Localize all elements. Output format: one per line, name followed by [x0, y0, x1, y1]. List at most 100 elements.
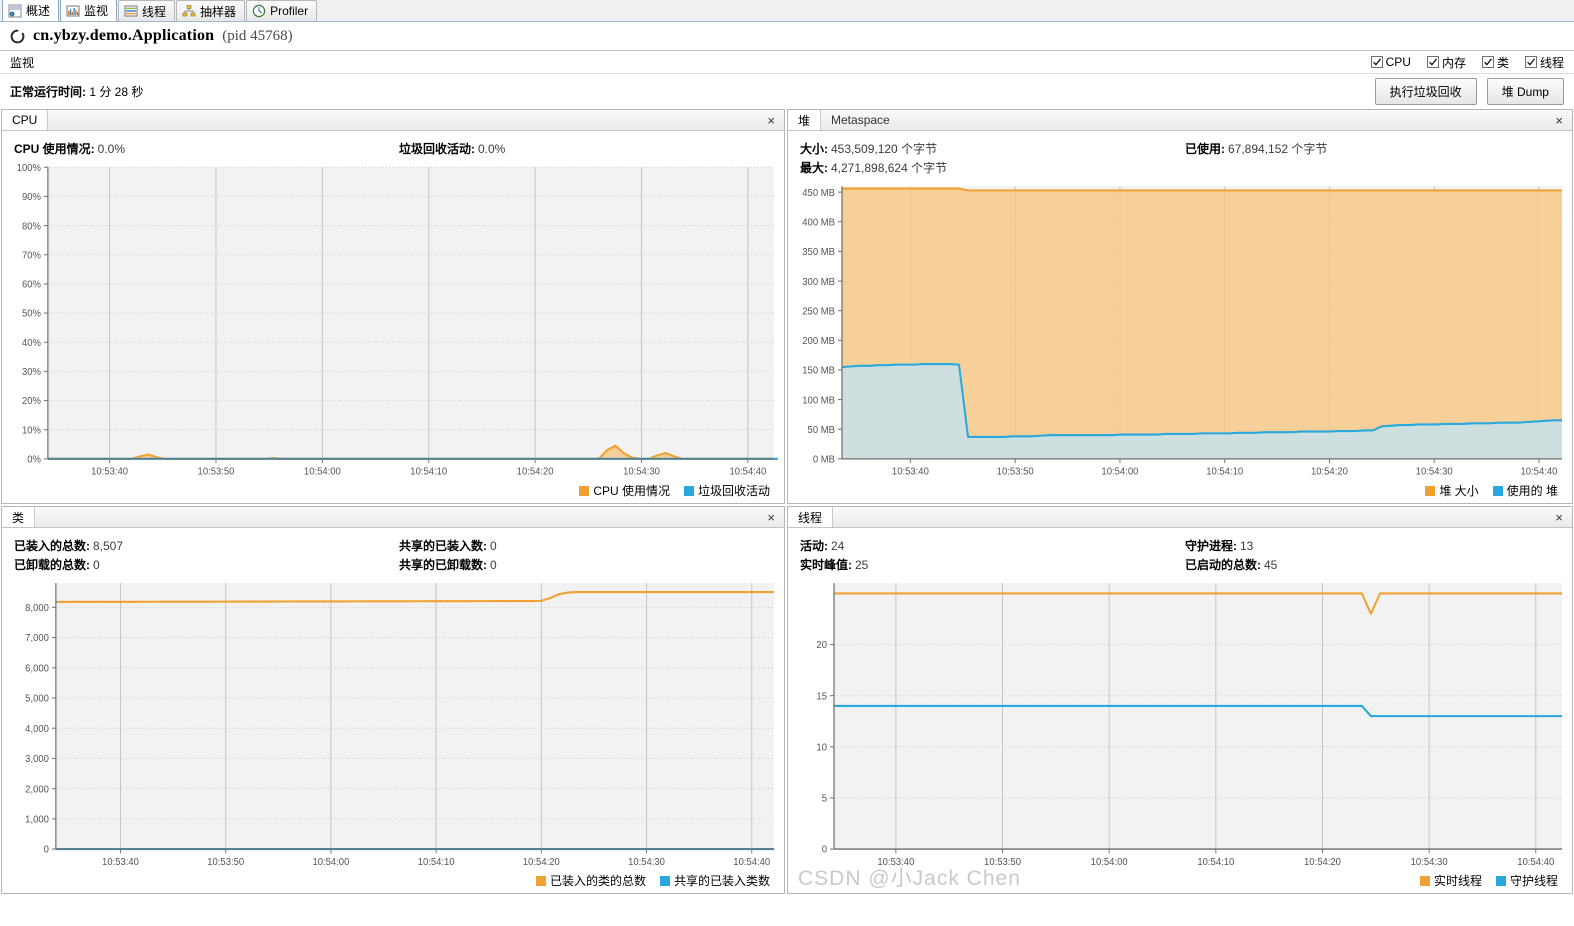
- close-icon[interactable]: ×: [764, 507, 778, 527]
- checkbox-memory[interactable]: 内存: [1426, 54, 1466, 71]
- threads-legend: CSDN @小Jack Chen 实时线程 守护线程: [788, 867, 1572, 893]
- tab-monitor-label: 监视: [84, 4, 109, 18]
- checkbox-classes-label: 类: [1496, 55, 1509, 70]
- svg-text:0: 0: [44, 845, 50, 856]
- svg-text:10:54:10: 10:54:10: [418, 857, 455, 868]
- legend-swatch: [1495, 875, 1506, 886]
- svg-text:10:54:00: 10:54:00: [1101, 466, 1139, 477]
- heap-size-value: 453,509,120 个字节: [831, 142, 938, 156]
- monitor-icon: [66, 4, 80, 18]
- svg-text:40%: 40%: [22, 338, 41, 349]
- svg-text:10:54:40: 10:54:40: [729, 466, 766, 477]
- daemon-threads-label: 守护进程:: [1185, 539, 1237, 553]
- svg-text:20: 20: [816, 640, 827, 651]
- perform-gc-button[interactable]: 执行垃圾回收: [1374, 77, 1477, 105]
- legend-label: 使用的 堆: [1506, 484, 1558, 498]
- close-icon[interactable]: ×: [1552, 110, 1566, 130]
- svg-text:10:54:00: 10:54:00: [1091, 857, 1129, 868]
- daemon-threads-stat: 守护进程: 13: [1185, 537, 1253, 556]
- peak-threads-value: 25: [855, 558, 869, 572]
- legend-swatch: [535, 875, 546, 886]
- uptime-display: 正常运行时间: 1 分 28 秒: [10, 83, 143, 100]
- svg-text:10: 10: [816, 742, 827, 753]
- heap-chart[interactable]: 0 MB 50 MB 100 MB 150 MB 200 MB 250 MB 300 MB 3…: [788, 182, 1572, 480]
- check-icon: [1524, 56, 1537, 68]
- checkbox-classes[interactable]: 类: [1481, 54, 1509, 71]
- heap-panel-tab[interactable]: 堆: [788, 110, 822, 130]
- svg-text:10:54:20: 10:54:20: [1304, 857, 1342, 868]
- svg-text:10:53:50: 10:53:50: [984, 857, 1022, 868]
- classes-panel-tab[interactable]: 类: [2, 507, 36, 527]
- checkbox-cpu[interactable]: CPU: [1370, 55, 1411, 69]
- uptime-value: 1 分 28 秒: [89, 84, 144, 99]
- cpu-panel-header: CPU ×: [2, 110, 784, 131]
- svg-text:10:53:40: 10:53:40: [877, 857, 915, 868]
- close-icon[interactable]: ×: [1552, 507, 1566, 527]
- threads-chart[interactable]: 0 5 10 15 20 10:53:40 10:53:50 10:54:00 10:54:10…: [788, 579, 1572, 870]
- svg-text:20%: 20%: [22, 396, 41, 407]
- svg-text:50 MB: 50 MB: [808, 425, 835, 436]
- svg-text:30%: 30%: [22, 367, 41, 378]
- gc-activity-stat: 垃圾回收活动: 0.0%: [399, 140, 505, 159]
- heap-used-value: 67,894,152 个字节: [1228, 142, 1328, 156]
- checkbox-cpu-label: CPU: [1385, 55, 1411, 69]
- tab-profiler[interactable]: Profiler: [246, 0, 318, 21]
- svg-text:1,000: 1,000: [25, 814, 49, 825]
- svg-text:2,000: 2,000: [25, 784, 49, 795]
- classes-legend: 已装入的类的总数 共享的已装入类数: [2, 870, 784, 893]
- svg-text:10:53:40: 10:53:40: [892, 466, 930, 477]
- live-threads-stat: 活动: 24: [800, 537, 1185, 556]
- legend-label: 实时线程: [1433, 874, 1482, 888]
- legend-label: CPU 使用情况: [593, 484, 670, 498]
- classes-stats: 已装入的总数: 8,507 共享的已装入数: 0 已卸载的总数: 0 共享的已卸…: [2, 528, 784, 579]
- svg-text:10:54:40: 10:54:40: [1520, 466, 1558, 477]
- svg-text:400 MB: 400 MB: [802, 217, 835, 228]
- sampler-icon: [182, 4, 196, 18]
- heap-panel-header: 堆 Metaspace ×: [788, 110, 1572, 131]
- close-icon[interactable]: ×: [764, 110, 778, 130]
- legend-label: 共享的已装入类数: [673, 874, 770, 888]
- live-threads-label: 活动:: [800, 539, 828, 553]
- svg-text:10:54:20: 10:54:20: [517, 466, 554, 477]
- svg-text:10:53:40: 10:53:40: [102, 857, 139, 868]
- total-loaded-label: 已装入的总数:: [14, 539, 90, 553]
- tab-overview[interactable]: i 概述: [2, 0, 60, 21]
- total-loaded-stat: 已装入的总数: 8,507: [14, 537, 399, 556]
- svg-text:300 MB: 300 MB: [802, 277, 835, 288]
- action-button-group: 执行垃圾回收 堆 Dump: [1374, 77, 1564, 105]
- checkbox-threads[interactable]: 线程: [1524, 54, 1564, 71]
- cpu-panel-tab[interactable]: CPU: [2, 110, 49, 130]
- legend-item-total-loaded-classes: 已装入的类的总数: [535, 872, 646, 889]
- uptime-row: 正常运行时间: 1 分 28 秒 执行垃圾回收 堆 Dump: [0, 74, 1574, 108]
- classes-chart[interactable]: 0 1,000 2,000 3,000 4,000 5,000 6,000 7,000 8,00…: [2, 579, 784, 870]
- svg-text:10:54:40: 10:54:40: [733, 857, 770, 868]
- shared-unloaded-value: 0: [490, 558, 497, 572]
- checkbox-threads-label: 线程: [1539, 55, 1564, 70]
- tab-threads[interactable]: 线程: [118, 0, 176, 21]
- cpu-usage-stat: CPU 使用情况: 0.0%: [14, 140, 399, 159]
- legend-item-live-threads: 实时线程: [1419, 872, 1482, 889]
- heap-dump-button[interactable]: 堆 Dump: [1486, 77, 1564, 105]
- started-threads-label: 已启动的总数:: [1185, 558, 1261, 572]
- svg-text:10%: 10%: [22, 425, 41, 436]
- heap-size-label: 大小:: [800, 142, 828, 156]
- svg-text:15: 15: [816, 691, 827, 702]
- svg-text:450 MB: 450 MB: [802, 188, 835, 199]
- heap-stats: 大小: 453,509,120 个字节 已使用: 67,894,152 个字节 …: [788, 131, 1572, 182]
- svg-text:10:54:30: 10:54:30: [623, 466, 660, 477]
- legend-label: 垃圾回收活动: [697, 484, 770, 498]
- tab-sampler[interactable]: 抽样器: [176, 0, 246, 21]
- cpu-chart[interactable]: 0% 10% 20% 30% 40% 50% 60% 70% 80% 90% 100% 10:53:4…: [2, 163, 784, 480]
- metaspace-panel-tab[interactable]: Metaspace: [821, 110, 900, 130]
- tab-monitor[interactable]: 监视: [60, 0, 118, 21]
- total-unloaded-value: 0: [93, 558, 100, 572]
- svg-text:8,000: 8,000: [25, 603, 49, 614]
- svg-text:10:53:50: 10:53:50: [198, 466, 235, 477]
- gc-activity-label: 垃圾回收活动:: [399, 142, 475, 156]
- cpu-legend: CPU 使用情况 垃圾回收活动: [2, 480, 784, 503]
- shared-loaded-stat: 共享的已装入数: 0: [399, 537, 497, 556]
- svg-text:0: 0: [822, 845, 828, 856]
- svg-text:10:54:10: 10:54:10: [1197, 857, 1235, 868]
- legend-swatch: [1419, 875, 1430, 886]
- threads-panel-tab[interactable]: 线程: [788, 507, 834, 527]
